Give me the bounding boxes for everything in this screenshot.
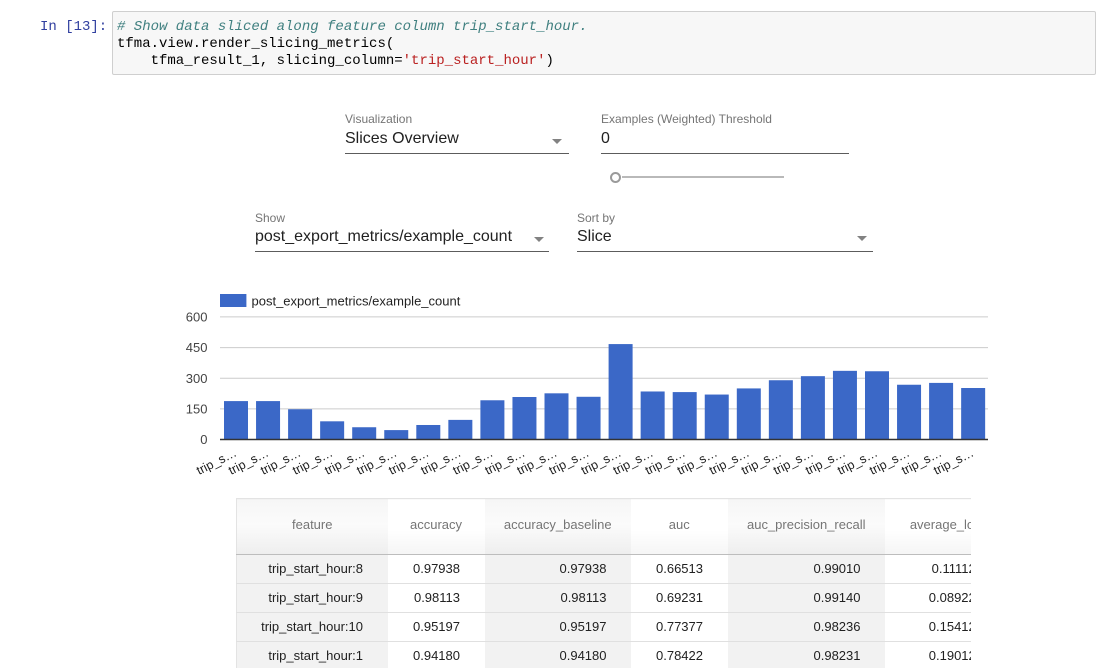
svg-text:300: 300: [186, 371, 208, 386]
svg-text:0: 0: [200, 432, 207, 447]
svg-text:150: 150: [186, 402, 208, 417]
svg-text:600: 600: [186, 310, 208, 325]
svg-text:450: 450: [186, 340, 208, 355]
svg-text:post_export_metrics/example_co: post_export_metrics/example_count: [252, 294, 461, 309]
